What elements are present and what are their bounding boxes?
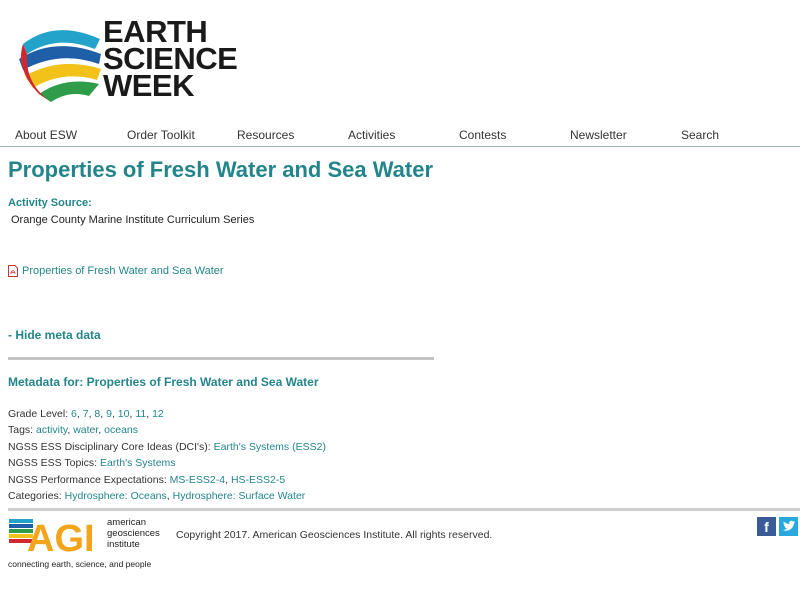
pdf-file-icon xyxy=(8,265,18,277)
grade-level-row: Grade Level: 6, 7, 8, 9, 10, 11, 12 xyxy=(8,408,164,420)
nav-search[interactable]: Search xyxy=(681,128,719,142)
metadata-list: Grade Level: 6, 7, 8, 9, 10, 11, 12 Tags… xyxy=(8,406,326,504)
topics-label: NGSS ESS Topics: xyxy=(8,457,98,470)
agi-wordmark: american geosciences institute xyxy=(107,517,160,550)
categories-label: Categories: xyxy=(8,490,62,503)
divider xyxy=(8,357,434,360)
tag-link[interactable]: activity xyxy=(36,424,67,436)
pe-link[interactable]: HS-ESS2-5 xyxy=(231,474,285,486)
copyright-text: Copyright 2017. American Geosciences Ins… xyxy=(176,529,493,541)
page-title: Properties of Fresh Water and Sea Water xyxy=(8,157,434,182)
tags-label: Tags: xyxy=(8,424,34,437)
nav-newsletter[interactable]: Newsletter xyxy=(570,128,627,142)
twitter-icon[interactable] xyxy=(779,517,798,536)
pe-link[interactable]: MS-ESS2-4 xyxy=(170,474,225,486)
facebook-icon[interactable]: f xyxy=(757,517,776,536)
categories-row: Categories: Hydrosphere: Oceans, Hydrosp… xyxy=(8,490,306,503)
nav-order-toolkit[interactable]: Order Toolkit xyxy=(127,128,195,142)
grade-link[interactable]: 12 xyxy=(152,408,164,420)
agi-word-line: geosciences xyxy=(107,528,160,539)
agi-tagline: connecting earth, science, and people xyxy=(8,559,152,569)
performance-expectations-row: NGSS Performance Expectations: MS-ESS2-4… xyxy=(8,473,286,486)
logo-line-week: WEEK xyxy=(103,68,195,103)
grade-link[interactable]: 11 xyxy=(135,408,146,420)
grade-link[interactable]: 10 xyxy=(118,408,130,420)
nav-about-esw[interactable]: About ESW xyxy=(15,128,77,142)
logo-text: EARTH SCIENCE WEEK xyxy=(103,16,238,103)
agi-word-line: american xyxy=(107,517,147,528)
main-nav: About ESW Order Toolkit Resources Activi… xyxy=(0,122,800,147)
tag-link[interactable]: water xyxy=(73,424,98,436)
grade-level-label: Grade Level: xyxy=(8,408,69,420)
category-link[interactable]: Hydrosphere: Oceans xyxy=(65,490,167,502)
twitter-bird-icon xyxy=(783,520,796,531)
dci-label: NGSS ESS Disciplinary Core Ideas (DCI's)… xyxy=(8,440,211,453)
hide-meta-data-toggle[interactable]: - Hide meta data xyxy=(8,328,101,342)
topic-link[interactable]: Earth's Systems xyxy=(100,457,176,469)
activity-source-value: Orange County Marine Institute Curriculu… xyxy=(11,214,255,226)
agi-letters: AGI xyxy=(27,518,95,557)
tags-row: Tags: activity, water, oceans xyxy=(8,424,138,437)
nav-contests[interactable]: Contests xyxy=(459,128,506,142)
metadata-heading: Metadata for: Properties of Fresh Water … xyxy=(8,375,319,389)
pe-label: NGSS Performance Expectations: xyxy=(8,473,167,486)
nav-resources[interactable]: Resources xyxy=(237,128,294,142)
dci-row: NGSS ESS Disciplinary Core Ideas (DCI's)… xyxy=(8,439,326,455)
dci-link[interactable]: Earth's Systems (ESS2) xyxy=(214,441,326,453)
activity-source-label: Activity Source: xyxy=(8,197,92,209)
pdf-resource: Properties of Fresh Water and Sea Water xyxy=(8,265,224,277)
tag-link[interactable]: oceans xyxy=(104,424,138,436)
topics-row: NGSS ESS Topics: Earth's Systems xyxy=(8,455,326,471)
footer-divider xyxy=(8,508,800,511)
agi-word-line: institute xyxy=(107,539,140,550)
nav-activities[interactable]: Activities xyxy=(348,128,395,142)
category-link[interactable]: Hydrosphere: Surface Water xyxy=(173,490,306,502)
globe-swirl-icon xyxy=(19,30,101,102)
pdf-link[interactable]: Properties of Fresh Water and Sea Water xyxy=(22,265,224,277)
agi-logo-mark: AGI xyxy=(9,518,95,557)
